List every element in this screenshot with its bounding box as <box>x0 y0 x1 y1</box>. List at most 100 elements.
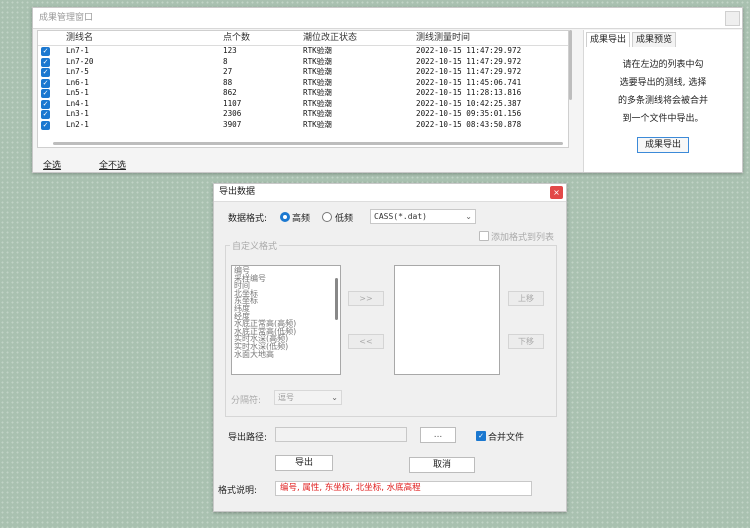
format-description-value: 编号, 属性, 东坐标, 北坐标, 水底高程 <box>275 481 532 496</box>
column-header-survey-time[interactable]: 测线测量时间 <box>416 31 470 45</box>
freq-high-label[interactable]: 高频 <box>292 211 310 224</box>
cell-line-name: Ln4-1 <box>66 98 89 108</box>
row-checkbox[interactable]: ✓ <box>41 110 50 119</box>
cell-survey-time: 2022-10-15 10:42:25.387 <box>416 98 522 108</box>
cell-survey-time: 2022-10-15 11:28:13.816 <box>416 88 522 97</box>
selected-fields-list[interactable] <box>394 265 500 375</box>
cell-point-count: 3907 <box>223 119 242 129</box>
row-checkbox[interactable]: ✓ <box>41 89 50 98</box>
freq-high-radio[interactable] <box>280 212 290 222</box>
cell-survey-time: 2022-10-15 09:35:01.156 <box>416 109 522 118</box>
separator-label: 分隔符: <box>231 396 262 406</box>
merge-files-label[interactable]: 合并文件 <box>488 430 524 443</box>
cell-tide-status: RTK验潮 <box>303 119 332 129</box>
export-button[interactable]: 导出 <box>275 455 333 471</box>
table-row[interactable]: ✓ Ln2-1 3907 RTK验潮 2022-10-15 08:43:50.8… <box>38 120 568 131</box>
table-rows: ✓ Ln7-1 123 RTK验潮 2022-10-15 11:47:29.97… <box>38 46 568 146</box>
cell-tide-status: RTK验潮 <box>303 46 332 55</box>
table-row[interactable]: ✓ Ln5-1 862 RTK验潮 2022-10-15 11:28:13.81… <box>38 88 568 99</box>
row-checkbox[interactable]: ✓ <box>41 120 50 130</box>
select-none-link[interactable]: 全不选 <box>99 158 126 171</box>
format-description-label: 格式说明: <box>218 486 258 496</box>
chevron-down-icon: ⌄ <box>465 212 472 221</box>
results-manager-window: 成果管理窗口 测线名 点个数 潮位改正状态 测线测量时间 ✓ Ln7-1 123… <box>32 7 743 173</box>
list-item[interactable]: 水面大地高 <box>232 350 340 359</box>
row-checkbox[interactable]: ✓ <box>41 47 50 56</box>
move-down-button[interactable]: 下移 <box>508 334 544 349</box>
cell-survey-time: 2022-10-15 11:45:06.741 <box>416 77 522 87</box>
add-field-button[interactable]: >> <box>348 291 384 306</box>
tab-results-export[interactable]: 成果导出 <box>586 32 631 47</box>
cell-survey-time: 2022-10-15 11:47:29.972 <box>416 67 522 76</box>
cell-survey-time: 2022-10-15 11:47:29.972 <box>416 46 522 55</box>
available-fields-list[interactable]: 编号 采样编号 时间 北坐标 东坐标 纬度 经度 水底正常高(高频) 水底正常高… <box>231 265 341 375</box>
add-format-label: 添加格式到列表 <box>491 233 555 243</box>
table-vertical-scrollbar[interactable] <box>569 30 572 100</box>
window-close-button[interactable] <box>725 11 740 26</box>
cell-line-name: Ln5-1 <box>66 88 89 97</box>
row-checkbox[interactable]: ✓ <box>41 99 50 109</box>
cell-point-count: 8 <box>223 56 228 66</box>
instruction-line: 请在左边的列表中勾 <box>622 60 704 70</box>
cancel-button[interactable]: 取消 <box>409 457 475 473</box>
column-header-tide-status[interactable]: 潮位改正状态 <box>303 31 357 45</box>
cell-tide-status: RTK验潮 <box>303 67 332 76</box>
export-path-label: 导出路径: <box>228 433 268 443</box>
data-format-label: 数据格式: <box>228 214 268 224</box>
table-row[interactable]: ✓ Ln6-1 88 RTK验潮 2022-10-15 11:45:06.741 <box>38 78 568 89</box>
add-format-checkbox[interactable] <box>479 231 489 241</box>
instruction-line: 的多条测线将会被合并 <box>617 96 708 106</box>
cell-point-count: 88 <box>223 77 233 87</box>
table-row[interactable]: ✓ Ln3-1 2306 RTK验潮 2022-10-15 09:35:01.1… <box>38 109 568 120</box>
table-row[interactable]: ✓ Ln7-5 27 RTK验潮 2022-10-15 11:47:29.972 <box>38 67 568 78</box>
survey-line-table: 测线名 点个数 潮位改正状态 测线测量时间 ✓ Ln7-1 123 RTK验潮 … <box>37 30 569 148</box>
format-select[interactable]: CASS(*.dat) ⌄ <box>370 209 476 224</box>
column-header-point-count[interactable]: 点个数 <box>223 31 250 45</box>
table-row[interactable]: ✓ Ln4-1 1107 RTK验潮 2022-10-15 10:42:25.3… <box>38 99 568 110</box>
cell-survey-time: 2022-10-15 11:47:29.972 <box>416 56 522 66</box>
dialog-title: 导出数据 <box>214 184 566 202</box>
tab-results-preview[interactable]: 成果预览 <box>632 32 677 47</box>
column-header-line-name[interactable]: 测线名 <box>66 31 93 45</box>
cell-tide-status: RTK验潮 <box>303 98 332 108</box>
cell-point-count: 27 <box>223 67 233 76</box>
separator-select[interactable]: 逗号 ⌄ <box>274 390 342 405</box>
table-row[interactable]: ✓ Ln7-20 8 RTK验潮 2022-10-15 11:47:29.972 <box>38 57 568 68</box>
cell-line-name: Ln7-20 <box>66 56 94 66</box>
cell-line-name: Ln7-1 <box>66 46 89 55</box>
fields-list-scrollbar[interactable] <box>335 278 338 320</box>
export-path-input[interactable] <box>275 427 407 442</box>
results-export-button[interactable]: 成果导出 <box>637 137 689 153</box>
freq-low-radio[interactable] <box>322 212 332 222</box>
row-checkbox[interactable]: ✓ <box>41 68 50 77</box>
cell-point-count: 123 <box>223 46 237 55</box>
move-up-button[interactable]: 上移 <box>508 291 544 306</box>
dialog-close-button[interactable]: × <box>550 186 563 199</box>
cell-line-name: Ln6-1 <box>66 77 89 87</box>
table-horizontal-scrollbar[interactable] <box>53 142 563 145</box>
right-panel: 成果导出 成果预览 请在左边的列表中勾 选要导出的测线, 选择 的多条测线将会被… <box>583 30 742 172</box>
custom-format-group-label: 自定义格式 <box>230 239 280 252</box>
cell-line-name: Ln2-1 <box>66 119 89 129</box>
export-data-dialog: 导出数据 × 数据格式: 高频 低频 CASS(*.dat) ⌄ 添加格式到列表… <box>213 183 567 512</box>
cell-survey-time: 2022-10-15 08:43:50.878 <box>416 119 522 129</box>
chevron-down-icon: ⌄ <box>331 393 338 402</box>
remove-field-button[interactable]: << <box>348 334 384 349</box>
format-select-value: CASS(*.dat) <box>374 212 427 221</box>
cell-point-count: 862 <box>223 88 237 97</box>
merge-files-checkbox[interactable]: ✓ <box>476 431 486 441</box>
browse-button[interactable]: ... <box>420 427 456 443</box>
window-title: 成果管理窗口 <box>33 8 742 29</box>
cell-line-name: Ln3-1 <box>66 109 89 118</box>
cell-tide-status: RTK验潮 <box>303 109 332 118</box>
cell-tide-status: RTK验潮 <box>303 56 332 66</box>
select-all-link[interactable]: 全选 <box>43 158 61 171</box>
cell-tide-status: RTK验潮 <box>303 88 332 97</box>
export-instructions: 请在左边的列表中勾 选要导出的测线, 选择 的多条测线将会被合并 到一个文件中导… <box>584 56 742 128</box>
row-checkbox[interactable]: ✓ <box>41 57 50 67</box>
freq-low-label[interactable]: 低频 <box>335 211 353 224</box>
table-row[interactable]: ✓ Ln7-1 123 RTK验潮 2022-10-15 11:47:29.97… <box>38 46 568 57</box>
row-checkbox[interactable]: ✓ <box>41 78 50 88</box>
instruction-line: 到一个文件中导出。 <box>622 114 704 124</box>
cell-point-count: 2306 <box>223 109 242 118</box>
